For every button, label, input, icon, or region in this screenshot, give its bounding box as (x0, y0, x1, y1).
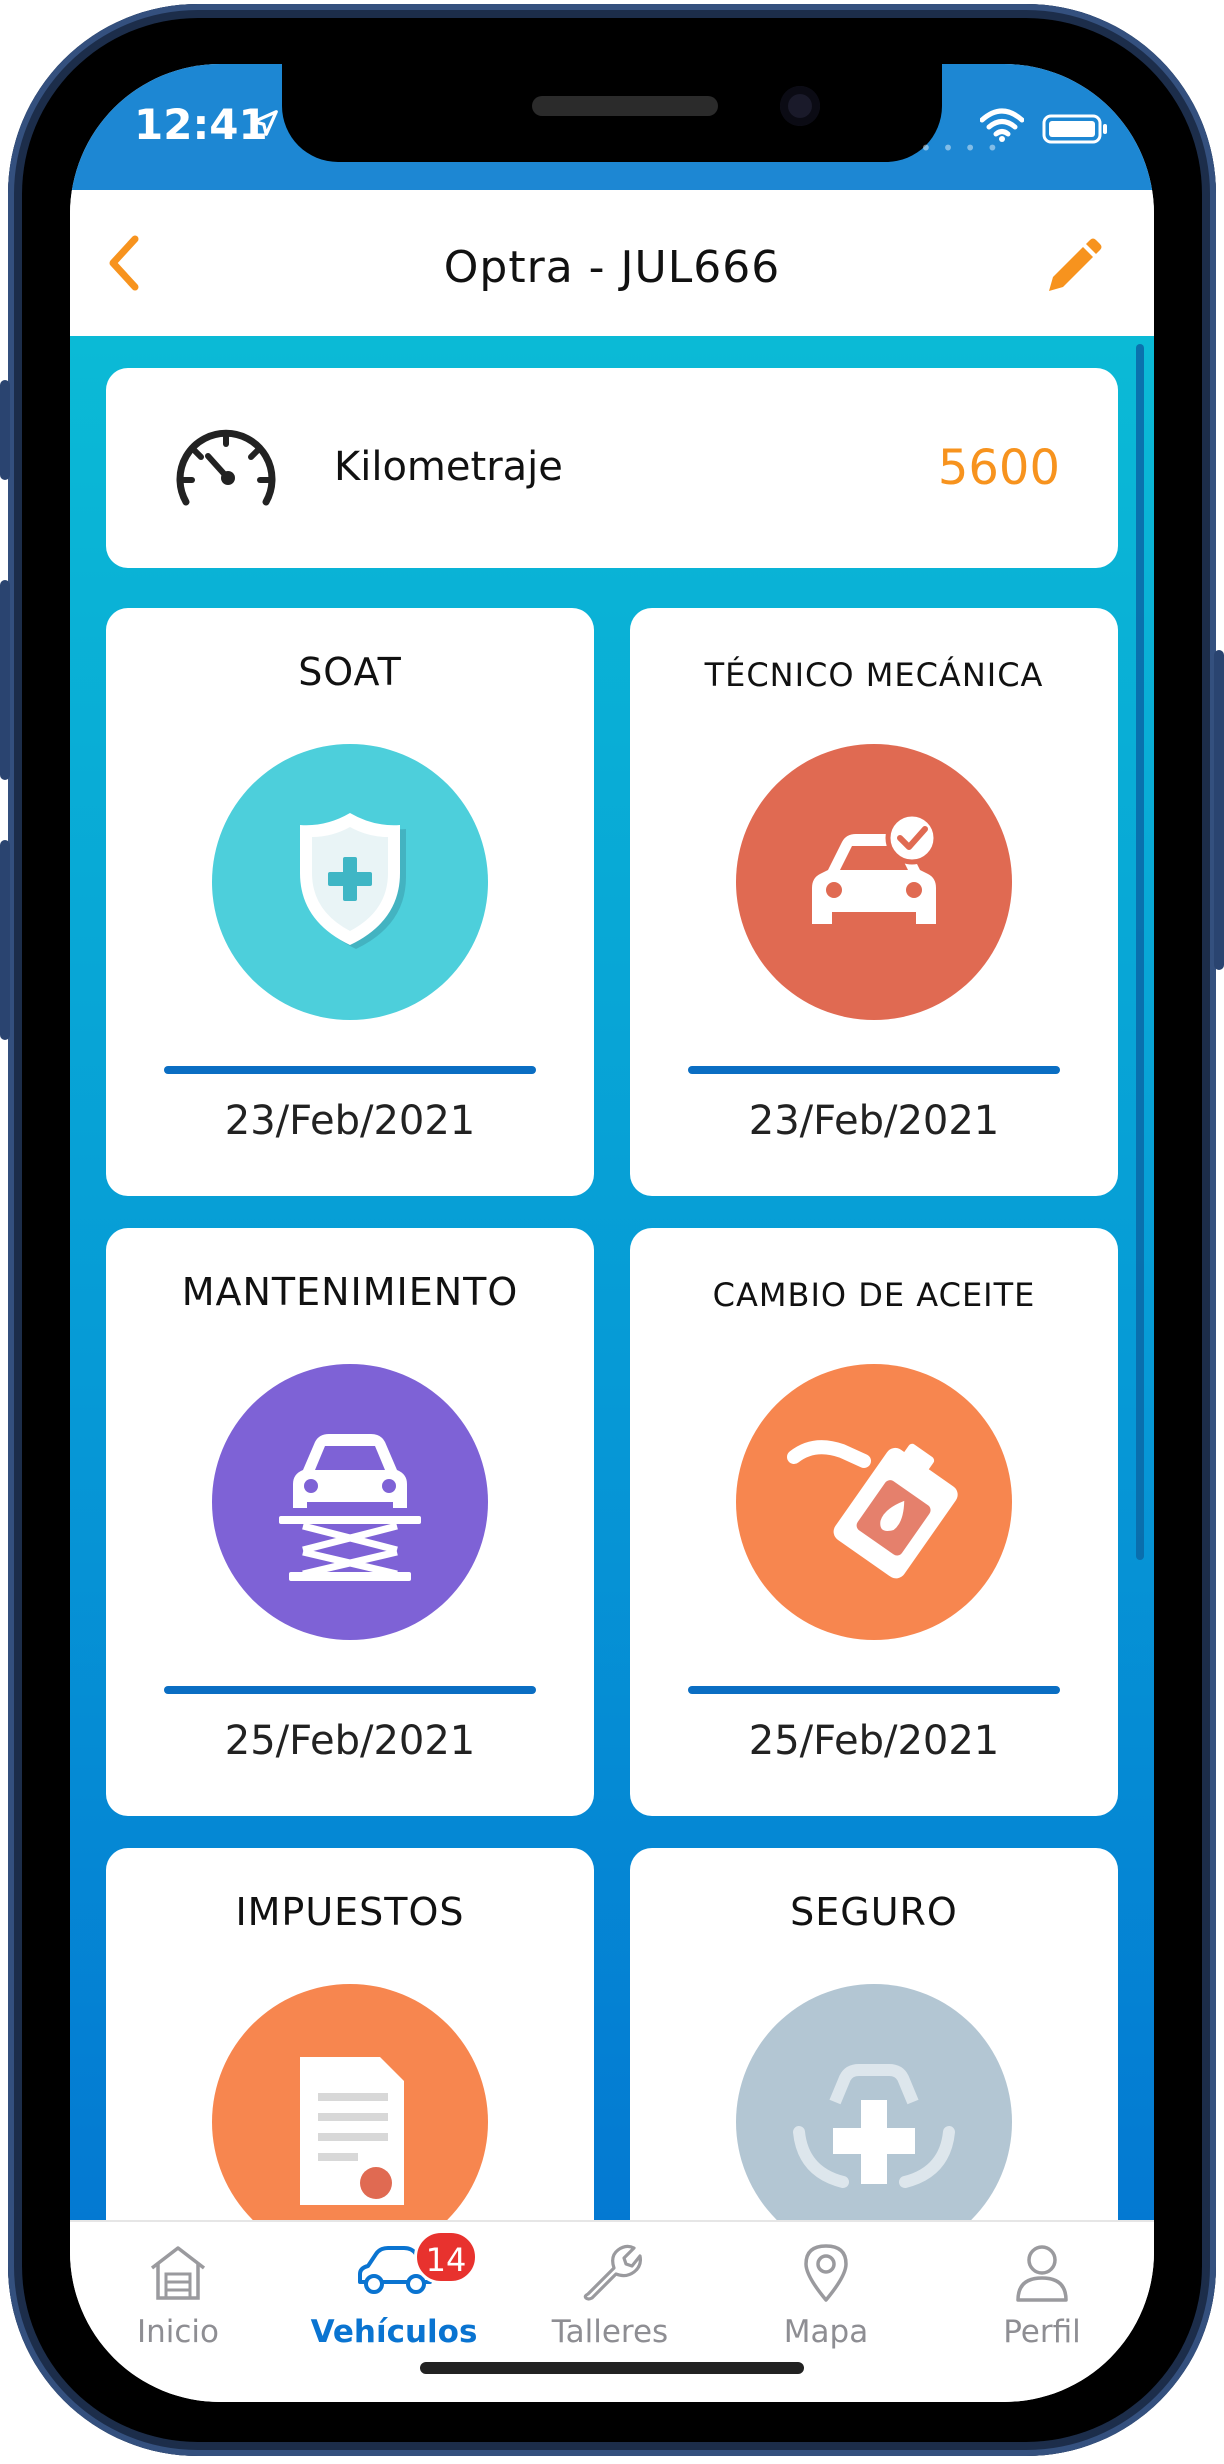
action-button (0, 380, 10, 480)
tab-bar: Inicio 14 Vehículos Talleres Mapa Perfil (70, 2220, 1154, 2402)
kilometraje-label: Kilometraje (334, 444, 563, 490)
status-bar: 12:41 • • • • (70, 64, 1154, 190)
card-title: IMPUESTOS (235, 1890, 465, 1934)
card-icon-circle (736, 744, 1012, 1020)
kilometraje-card[interactable]: Kilometraje 5600 (106, 368, 1118, 568)
notch (282, 64, 942, 162)
card-title: TÉCNICO MECÁNICA (704, 656, 1044, 694)
tab-label: Perfil (1003, 2314, 1081, 2350)
front-camera (780, 86, 820, 126)
speaker-grille (532, 96, 718, 116)
volume-down-button (0, 840, 10, 1040)
kilometraje-value: 5600 (937, 440, 1060, 496)
card-icon-circle (736, 1364, 1012, 1640)
notification-badge: 14 (414, 2230, 478, 2284)
scrollbar[interactable] (1136, 344, 1144, 1560)
vehicle-detail-content[interactable]: Kilometraje 5600 SOAT 23/Feb/2021 TÉCNIC… (70, 336, 1154, 2220)
card-seguro[interactable]: SEGURO (630, 1848, 1118, 2220)
wifi-icon (980, 108, 1024, 142)
card-impuestos[interactable]: IMPUESTOS (106, 1848, 594, 2220)
tab-inicio[interactable]: Inicio (70, 2240, 286, 2380)
status-time: 12:41 (134, 100, 268, 149)
wrench-icon (583, 2244, 642, 2301)
card-progress-bar (164, 1686, 536, 1694)
shield-plus-icon (300, 813, 406, 949)
card-title: SEGURO (790, 1890, 958, 1934)
tab-label: Vehículos (310, 2314, 478, 2350)
card-date: 23/Feb/2021 (224, 1098, 476, 1144)
tab-talleres[interactable]: Talleres (502, 2240, 718, 2380)
pencil-icon (1049, 238, 1102, 291)
card-icon-circle (212, 1364, 488, 1640)
card-icon-circle (212, 1984, 488, 2220)
card-icon-circle (212, 744, 488, 1020)
tab-label: Inicio (136, 2314, 220, 2350)
card-soat[interactable]: SOAT 23/Feb/2021 (106, 608, 594, 1196)
volume-up-button (0, 580, 10, 780)
tab-vehiculos[interactable]: 14 Vehículos (286, 2230, 502, 2380)
map-pin-icon (804, 2244, 848, 2302)
page-title: Optra - JUL666 (443, 242, 781, 293)
card-title: SOAT (298, 650, 402, 694)
card-cambio-de-aceite[interactable]: CAMBIO DE ACEITE 25/Feb/2021 (630, 1228, 1118, 1816)
location-arrow-icon (252, 110, 278, 136)
card-progress-bar (688, 1686, 1060, 1694)
tab-label: Mapa (783, 2314, 869, 2350)
edit-button[interactable] (1038, 232, 1108, 302)
car-insurance-icon (793, 2064, 955, 2188)
speedometer-icon (176, 429, 276, 506)
home-indicator[interactable] (420, 2362, 804, 2374)
card-title: MANTENIMIENTO (181, 1270, 519, 1314)
tab-label: Talleres (551, 2314, 669, 2350)
card-title: CAMBIO DE ACEITE (712, 1276, 1036, 1314)
card-date: 23/Feb/2021 (748, 1098, 1000, 1144)
card-mantenimiento[interactable]: MANTENIMIENTO 25/Feb/2021 (106, 1228, 594, 1816)
tab-mapa[interactable]: Mapa (718, 2240, 934, 2380)
card-progress-bar (688, 1066, 1060, 1074)
oil-can-icon (787, 1440, 958, 1579)
card-date: 25/Feb/2021 (748, 1718, 1000, 1764)
car-lift-icon (279, 1434, 421, 1581)
navigation-bar: Optra - JUL666 (70, 190, 1154, 336)
user-icon (1016, 2245, 1068, 2302)
app-screen: 12:41 • • • • Optra - JUL666 Kilometraje… (70, 64, 1154, 2402)
tax-document-icon (300, 2057, 404, 2205)
car-check-icon (812, 812, 939, 924)
power-button (1214, 650, 1224, 970)
card-date: 25/Feb/2021 (224, 1718, 476, 1764)
card-tecnico-mecanica[interactable]: TÉCNICO MECÁNICA 23/Feb/2021 (630, 608, 1118, 1196)
battery-icon (1042, 114, 1107, 144)
garage-icon (150, 2246, 206, 2300)
tab-perfil[interactable]: Perfil (934, 2240, 1150, 2380)
card-progress-bar (164, 1066, 536, 1074)
card-icon-circle (736, 1984, 1012, 2220)
